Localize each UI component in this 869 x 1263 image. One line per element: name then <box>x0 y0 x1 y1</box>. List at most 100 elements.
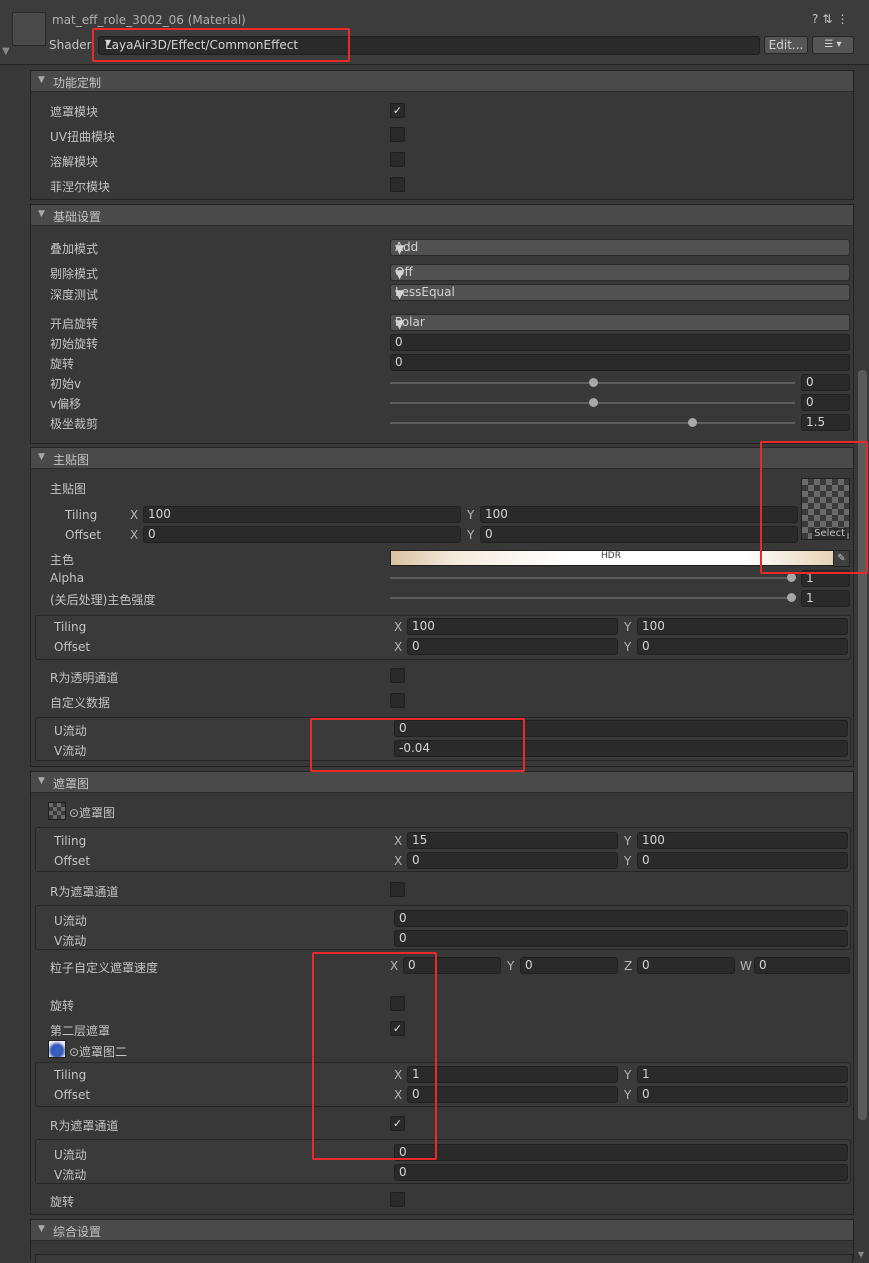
mask-tiling-x-input[interactable]: 15 <box>407 832 618 849</box>
intensity-slider-track[interactable] <box>390 597 795 599</box>
field-value: 0 <box>399 931 407 945</box>
field-value: 0 <box>759 958 767 972</box>
mask2-offset-y-input[interactable]: 0 <box>637 1086 848 1103</box>
section-mask: ▼ 遮罩图 ⊙遮罩图 Tiling X 15 Y 100 Offset X 0 … <box>30 771 854 1215</box>
init-rotation-input[interactable]: 0 <box>390 334 850 351</box>
polar-clip-slider-track[interactable] <box>390 422 795 424</box>
help-icon[interactable]: ? <box>812 12 822 26</box>
axis-y: Y <box>624 620 632 634</box>
particle-z-input[interactable]: 0 <box>637 957 735 974</box>
label-v-flow: V流动 <box>54 934 87 948</box>
mask-texture-slot[interactable] <box>48 802 66 820</box>
label-offset: Offset <box>54 1088 91 1102</box>
particle-w-input[interactable]: 0 <box>754 957 850 974</box>
field-value: 0 <box>412 639 420 653</box>
mask-v-flow-input[interactable]: 0 <box>394 930 848 947</box>
init-v-slider-handle[interactable] <box>589 378 598 387</box>
v-offset-slider-handle[interactable] <box>589 398 598 407</box>
label-mask-module: 遮罩模块 <box>50 105 99 119</box>
label-main-intensity: (关后处理)主色强度 <box>50 593 156 607</box>
init-v-input[interactable]: 0 <box>801 374 850 391</box>
label-dissolve-module: 溶解模块 <box>50 155 99 169</box>
mask2-offset-x-input[interactable]: 0 <box>407 1086 618 1103</box>
section-func-header[interactable]: ▼ 功能定制 <box>31 71 853 92</box>
section-mask-header[interactable]: ▼ 遮罩图 <box>31 772 853 793</box>
label-main-color: 主色 <box>50 553 75 567</box>
particle-y-input[interactable]: 0 <box>520 957 618 974</box>
highlight-box-flow <box>310 718 525 772</box>
mask-tiling-y-input[interactable]: 100 <box>637 832 848 849</box>
field-value: 100 <box>642 833 665 847</box>
label-blend-mode: 叠加模式 <box>50 242 99 256</box>
label-r-alpha: R为透明通道 <box>50 671 119 685</box>
mask2-texture-slot[interactable] <box>48 1040 66 1058</box>
axis-x: X <box>394 854 403 868</box>
mask2-v-flow-input[interactable]: 0 <box>394 1164 848 1181</box>
label-tiling: Tiling <box>65 508 98 522</box>
tiling2-x-input[interactable]: 100 <box>407 618 618 635</box>
checkbox-mask-rotate-2[interactable] <box>390 1192 405 1207</box>
section-title: 功能定制 <box>53 76 102 90</box>
general-group <box>35 1254 853 1263</box>
material-preview-thumbnail[interactable] <box>12 12 46 46</box>
checkbox-r-mask[interactable] <box>390 882 405 897</box>
tiling2-y-input[interactable]: 100 <box>637 618 848 635</box>
rotate-mode-dropdown[interactable]: Polar ▼ <box>390 314 850 331</box>
chevron-down-icon: ▼ <box>395 287 405 301</box>
offset2-x-input[interactable]: 0 <box>407 638 618 655</box>
section-main-header[interactable]: ▼ 主贴图 <box>31 448 853 469</box>
checkbox-r-alpha[interactable] <box>390 668 405 683</box>
checkbox-custom-data[interactable] <box>390 693 405 708</box>
label-mask-texture: ⊙遮罩图 <box>69 806 116 820</box>
cull-mode-dropdown[interactable]: Off ▼ <box>390 264 850 281</box>
checkbox-fresnel-module[interactable] <box>390 177 405 192</box>
rotation-input[interactable]: 0 <box>390 354 850 371</box>
label-custom-data: 自定义数据 <box>50 696 111 710</box>
section-title: 主贴图 <box>53 453 90 467</box>
intensity-slider-handle[interactable] <box>787 593 796 602</box>
section-basic-header[interactable]: ▼ 基础设置 <box>31 205 853 226</box>
field-value: 0 <box>642 1087 650 1101</box>
alpha-slider-track[interactable] <box>390 577 795 579</box>
section-general-header[interactable]: ▼ 综合设置 <box>31 1220 853 1241</box>
edit-shader-button[interactable]: Edit... <box>764 36 808 54</box>
axis-x: X <box>394 620 403 634</box>
scroll-down-icon[interactable]: ▼ <box>858 1250 864 1259</box>
depth-test-dropdown[interactable]: LessEqual ▼ <box>390 284 850 301</box>
shader-options-button[interactable]: ☰ ▾ <box>812 36 854 54</box>
checkbox-dissolve-module[interactable] <box>390 152 405 167</box>
alpha-slider-handle[interactable] <box>787 573 796 582</box>
intensity-input[interactable]: 1 <box>801 590 850 607</box>
mask2-tiling-x-input[interactable]: 1 <box>407 1066 618 1083</box>
more-icon[interactable]: ⋮ <box>836 12 852 26</box>
checkbox-uv-module[interactable] <box>390 127 405 142</box>
blend-mode-dropdown[interactable]: Add ▼ <box>390 239 850 256</box>
hdr-label: HDR <box>601 551 621 561</box>
offset-y-input[interactable]: 0 <box>480 526 798 543</box>
section-title: 遮罩图 <box>53 777 90 791</box>
offset2-y-input[interactable]: 0 <box>637 638 848 655</box>
mask2-tiling-group: Tiling X 1 Y 1 Offset X 0 Y 0 <box>35 1062 851 1107</box>
mask2-tiling-y-input[interactable]: 1 <box>637 1066 848 1083</box>
label-tiling: Tiling <box>54 620 87 634</box>
mask2-u-flow-input[interactable]: 0 <box>394 1144 848 1161</box>
tiling-x-input[interactable]: 100 <box>143 506 461 523</box>
offset-x-input[interactable]: 0 <box>143 526 461 543</box>
label-rotation: 旋转 <box>50 357 75 371</box>
v-offset-input[interactable]: 0 <box>801 394 850 411</box>
field-value: 0 <box>395 335 403 349</box>
mask-offset-y-input[interactable]: 0 <box>637 852 848 869</box>
fold-triangle-icon[interactable]: ▼ <box>2 46 10 57</box>
label-offset: Offset <box>65 528 102 542</box>
material-title: mat_eff_role_3002_06 (Material) <box>52 13 246 27</box>
preset-icon[interactable]: ⇅ <box>822 12 836 26</box>
label-u-flow: U流动 <box>54 724 87 738</box>
checkbox-mask-module[interactable]: ✓ <box>390 103 405 118</box>
polar-clip-input[interactable]: 1.5 <box>801 414 850 431</box>
polar-clip-slider-handle[interactable] <box>688 418 697 427</box>
mask-u-flow-input[interactable]: 0 <box>394 910 848 927</box>
shader-label: Shader <box>49 38 92 52</box>
tiling-y-input[interactable]: 100 <box>480 506 798 523</box>
section-general: ▼ 综合设置 <box>30 1219 854 1263</box>
mask-offset-x-input[interactable]: 0 <box>407 852 618 869</box>
